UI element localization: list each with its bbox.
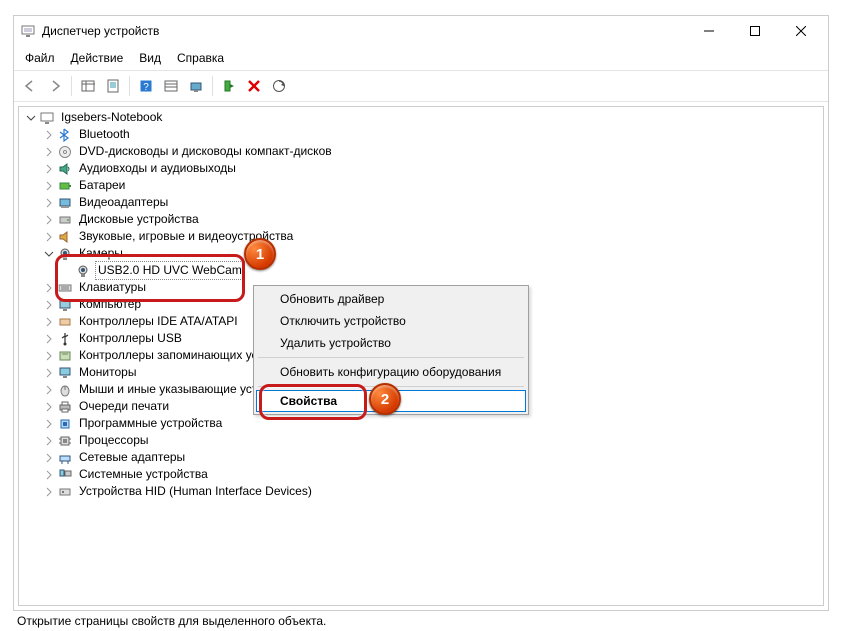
tree-category-disk[interactable]: Дисковые устройства	[19, 211, 823, 228]
chevron-right-icon[interactable]	[41, 484, 57, 500]
menu-separator	[258, 357, 524, 358]
menu-view[interactable]: Вид	[132, 48, 168, 68]
forward-button[interactable]	[43, 74, 67, 98]
ide-icon	[57, 314, 73, 330]
display-adapter-icon	[57, 195, 73, 211]
tree-category-bluetooth[interactable]: Bluetooth	[19, 126, 823, 143]
menubar: Файл Действие Вид Справка	[14, 46, 828, 71]
status-bar: Открытие страницы свойств для выделенног…	[13, 611, 829, 631]
minimize-button[interactable]	[686, 16, 732, 46]
disc-icon	[57, 144, 73, 160]
titlebar: Диспетчер устройств	[14, 16, 828, 46]
chevron-right-icon[interactable]	[41, 467, 57, 483]
chevron-down-icon[interactable]	[23, 110, 39, 126]
menu-file[interactable]: Файл	[18, 48, 62, 68]
chevron-right-icon[interactable]	[41, 161, 57, 177]
maximize-button[interactable]	[732, 16, 778, 46]
usb-icon	[57, 331, 73, 347]
tree-category-hid[interactable]: Устройства HID (Human Interface Devices)	[19, 483, 823, 500]
show-hide-tree-button[interactable]	[76, 74, 100, 98]
context-menu-update-driver[interactable]: Обновить драйвер	[256, 288, 526, 310]
help-toolbar-button[interactable]: ?	[134, 74, 158, 98]
chevron-right-icon[interactable]	[41, 229, 57, 245]
pc-icon	[57, 297, 73, 313]
chevron-right-icon[interactable]	[41, 280, 57, 296]
chevron-right-icon[interactable]	[41, 416, 57, 432]
tree-category-software[interactable]: Программные устройства	[19, 415, 823, 432]
chevron-right-icon[interactable]	[41, 127, 57, 143]
svg-text:?: ?	[143, 82, 149, 93]
uninstall-device-button[interactable]	[242, 74, 266, 98]
camera-icon	[57, 246, 73, 262]
status-text: Открытие страницы свойств для выделенног…	[17, 614, 326, 628]
network-icon	[57, 450, 73, 466]
close-button[interactable]	[778, 16, 824, 46]
keyboard-icon	[57, 280, 73, 296]
software-device-icon	[57, 416, 73, 432]
tree-category-cameras[interactable]: Камеры	[19, 245, 823, 262]
menu-separator	[258, 386, 524, 387]
sound-icon	[57, 229, 73, 245]
selected-device-label: USB2.0 HD UVC WebCam	[95, 261, 245, 280]
tree-category-dvd[interactable]: DVD-дисководы и дисководы компакт-дисков	[19, 143, 823, 160]
chevron-right-icon[interactable]	[41, 433, 57, 449]
chevron-right-icon[interactable]	[41, 314, 57, 330]
computer-icon	[39, 110, 55, 126]
update-driver-toolbar-button[interactable]	[184, 74, 208, 98]
views-button[interactable]	[159, 74, 183, 98]
hid-icon	[57, 484, 73, 500]
disk-icon	[57, 212, 73, 228]
tree-root-label: Igsebers-Notebook	[59, 109, 164, 126]
enable-device-button[interactable]	[217, 74, 241, 98]
printer-icon	[57, 399, 73, 415]
cpu-icon	[57, 433, 73, 449]
properties-toolbar-button[interactable]	[101, 74, 125, 98]
chevron-right-icon[interactable]	[41, 212, 57, 228]
chevron-right-icon[interactable]	[41, 450, 57, 466]
tree-category-video[interactable]: Видеоадаптеры	[19, 194, 823, 211]
audio-icon	[57, 161, 73, 177]
scan-hardware-button[interactable]	[267, 74, 291, 98]
tree-item-webcam[interactable]: USB2.0 HD UVC WebCam	[19, 262, 823, 279]
chevron-right-icon[interactable]	[41, 399, 57, 415]
context-menu-properties[interactable]: Свойства	[256, 390, 526, 412]
chevron-down-icon[interactable]	[41, 246, 57, 262]
battery-icon	[57, 178, 73, 194]
tree-category-system[interactable]: Системные устройства	[19, 466, 823, 483]
system-device-icon	[57, 467, 73, 483]
chevron-right-icon[interactable]	[41, 331, 57, 347]
chevron-right-icon[interactable]	[41, 382, 57, 398]
mouse-icon	[57, 382, 73, 398]
context-menu: Обновить драйвер Отключить устройство Уд…	[253, 285, 529, 415]
context-menu-scan-hardware[interactable]: Обновить конфигурацию оборудования	[256, 361, 526, 383]
chevron-right-icon[interactable]	[41, 348, 57, 364]
device-tree[interactable]: Igsebers-Notebook Bluetooth DVD-дисковод…	[18, 106, 824, 606]
chevron-right-icon[interactable]	[41, 297, 57, 313]
device-manager-icon	[20, 23, 36, 39]
chevron-right-icon[interactable]	[41, 178, 57, 194]
context-menu-disable-device[interactable]: Отключить устройство	[256, 310, 526, 332]
context-menu-uninstall-device[interactable]: Удалить устройство	[256, 332, 526, 354]
storage-controller-icon	[57, 348, 73, 364]
tree-category-battery[interactable]: Батареи	[19, 177, 823, 194]
window-title: Диспетчер устройств	[42, 24, 159, 38]
bluetooth-icon	[57, 127, 73, 143]
chevron-right-icon[interactable]	[41, 365, 57, 381]
monitor-icon	[57, 365, 73, 381]
tree-root[interactable]: Igsebers-Notebook	[19, 109, 823, 126]
chevron-right-icon[interactable]	[41, 195, 57, 211]
camera-icon	[75, 263, 91, 279]
back-button[interactable]	[18, 74, 42, 98]
menu-help[interactable]: Справка	[170, 48, 231, 68]
menu-action[interactable]: Действие	[64, 48, 131, 68]
tree-category-cpu[interactable]: Процессоры	[19, 432, 823, 449]
tree-category-sound[interactable]: Звуковые, игровые и видеоустройства	[19, 228, 823, 245]
chevron-right-icon[interactable]	[41, 144, 57, 160]
tree-category-audio[interactable]: Аудиовходы и аудиовыходы	[19, 160, 823, 177]
tree-category-network[interactable]: Сетевые адаптеры	[19, 449, 823, 466]
toolbar: ?	[14, 71, 828, 102]
